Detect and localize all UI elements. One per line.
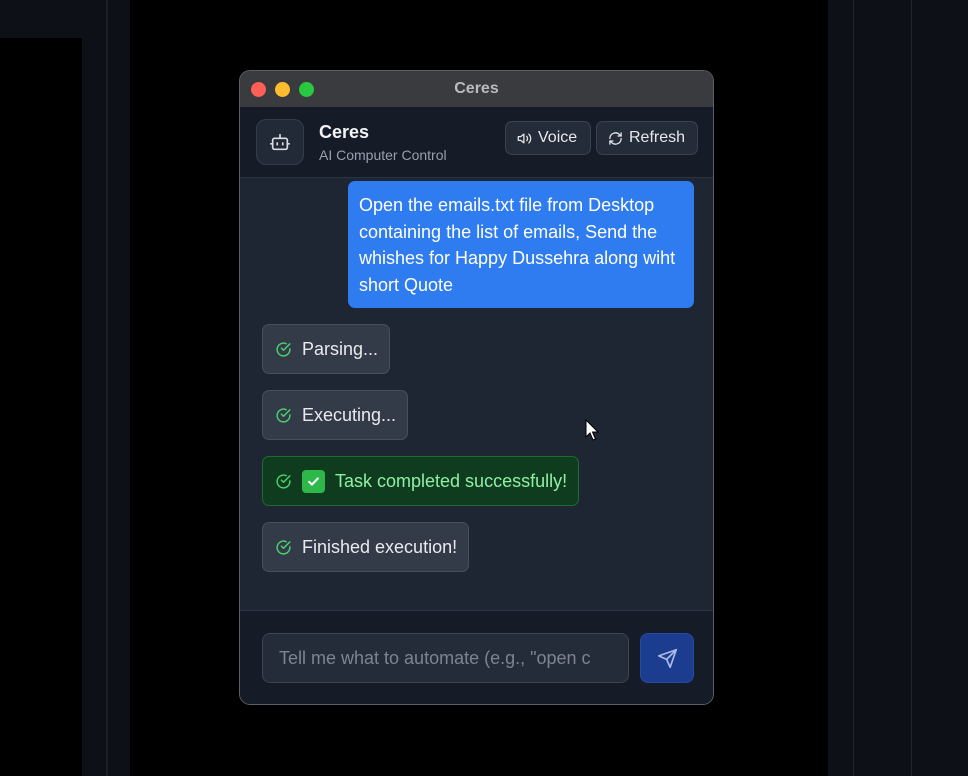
command-input[interactable] [262,633,629,683]
check-circle-icon [275,473,292,490]
app-info: Ceres AI Computer Control [319,122,447,163]
chat-area[interactable]: Open the emails.txt file from Desktop co… [240,178,713,610]
check-mark-button-icon [302,469,325,493]
background-column [108,0,130,776]
refresh-button[interactable]: Refresh [596,121,698,155]
refresh-button-label: Refresh [629,129,686,146]
zoom-window-button[interactable] [299,82,314,97]
voice-button-label: Voice [538,129,578,146]
status-text: Parsing... [302,338,379,359]
send-icon [657,648,678,669]
status-text: Executing... [302,404,397,425]
status-message-executing: Executing... [262,390,409,440]
title-bar[interactable]: Ceres [240,71,713,107]
background-panel [0,0,82,38]
send-button[interactable] [640,633,694,683]
robot-icon [256,119,304,165]
minimize-window-button[interactable] [275,82,290,97]
check-circle-icon [275,407,292,424]
refresh-icon [608,131,623,146]
background-column [828,0,854,776]
speaker-icon [517,131,532,146]
app-name: Ceres [319,121,370,142]
voice-button[interactable]: Voice [505,121,591,155]
status-message-success: Task completed successfully! [262,456,580,506]
composer [240,610,713,704]
status-message-parsing: Parsing... [262,324,391,374]
background-column [854,0,912,776]
check-circle-icon [275,341,292,358]
window-controls [251,82,314,97]
background-column [912,0,968,776]
user-message-bubble: Open the emails.txt file from Desktop co… [348,181,694,308]
close-window-button[interactable] [251,82,266,97]
app-header: Ceres AI Computer Control Voice Refresh [240,107,713,178]
status-message-finished: Finished execution! [262,522,470,572]
background-panel [0,38,82,776]
desktop: Ceres Ceres AI Computer Control Voice Re… [0,0,968,776]
app-window: Ceres Ceres AI Computer Control Voice Re… [239,70,714,705]
check-circle-icon [275,539,292,556]
mouse-cursor-icon [585,418,600,448]
background-column [82,0,106,776]
window-title: Ceres [454,80,499,97]
app-subtitle: AI Computer Control [319,146,447,163]
status-text: Task completed successfully! [335,470,568,491]
status-text: Finished execution! [302,536,458,557]
